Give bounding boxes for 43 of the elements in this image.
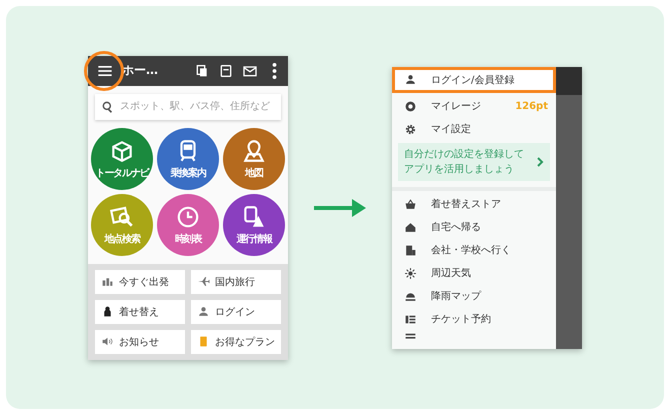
quick-button[interactable]: お得なプラン: [191, 330, 281, 354]
person-icon: [197, 305, 210, 318]
clock-icon: [175, 204, 201, 230]
document-icon: [218, 62, 234, 78]
search-input[interactable]: スポット、駅、バス停、住所など: [120, 101, 275, 112]
shortcut-button[interactable]: 地図: [223, 128, 285, 190]
menu-item[interactable]: 降雨マップ: [392, 284, 556, 308]
right-arrow-icon: [314, 198, 366, 218]
quick-button[interactable]: 着せ替え: [95, 300, 185, 324]
menu-item[interactable]: 会社・学校へ行く: [392, 238, 556, 262]
chevron-icon: [537, 156, 544, 166]
search-field[interactable]: スポット、駅、バス停、住所など: [95, 94, 281, 120]
house-icon: [404, 220, 417, 234]
quick-button[interactable]: ログイン: [191, 300, 281, 324]
menu-item[interactable]: 周辺天気: [392, 262, 556, 284]
photo-magnifier-icon: [109, 204, 135, 230]
list-icon: [404, 330, 417, 340]
person-icon: [404, 73, 417, 86]
menu-item[interactable]: チケット予約: [392, 308, 556, 330]
menu-item[interactable]: マイレージ 126pt: [392, 94, 556, 118]
shortcut-button[interactable]: 乗換案内: [157, 128, 219, 190]
quick-button[interactable]: 今すぐ出発: [95, 270, 185, 294]
shortcut-button[interactable]: 時刻表: [157, 194, 219, 256]
map-pin-icon: [241, 138, 267, 164]
quick-button[interactable]: 国内旅行: [191, 270, 281, 294]
more-icon: [272, 62, 276, 78]
menu-item[interactable]: マイ設定: [392, 118, 556, 140]
menu-item[interactable]: 着せ替えストア: [392, 192, 556, 216]
shortcut-button[interactable]: 運行情報: [223, 194, 285, 256]
coin-icon: [404, 100, 417, 112]
building-icon: [404, 244, 417, 256]
points-value: 126pt: [515, 100, 548, 112]
quick-button[interactable]: お知らせ: [95, 330, 185, 354]
menu-item[interactable]: ログイン/会員登録: [392, 66, 556, 92]
ticket-icon: [404, 312, 417, 326]
gear-icon: [404, 122, 417, 136]
menu-item[interactable]: 自宅へ帰る: [392, 216, 556, 238]
plane-icon: [197, 275, 210, 288]
sun-icon: [404, 266, 417, 280]
shortcut-button[interactable]: トータルナビ: [91, 128, 153, 190]
speaker-icon: [101, 335, 114, 348]
search-icon: [101, 100, 115, 114]
basket-icon: [404, 198, 417, 210]
